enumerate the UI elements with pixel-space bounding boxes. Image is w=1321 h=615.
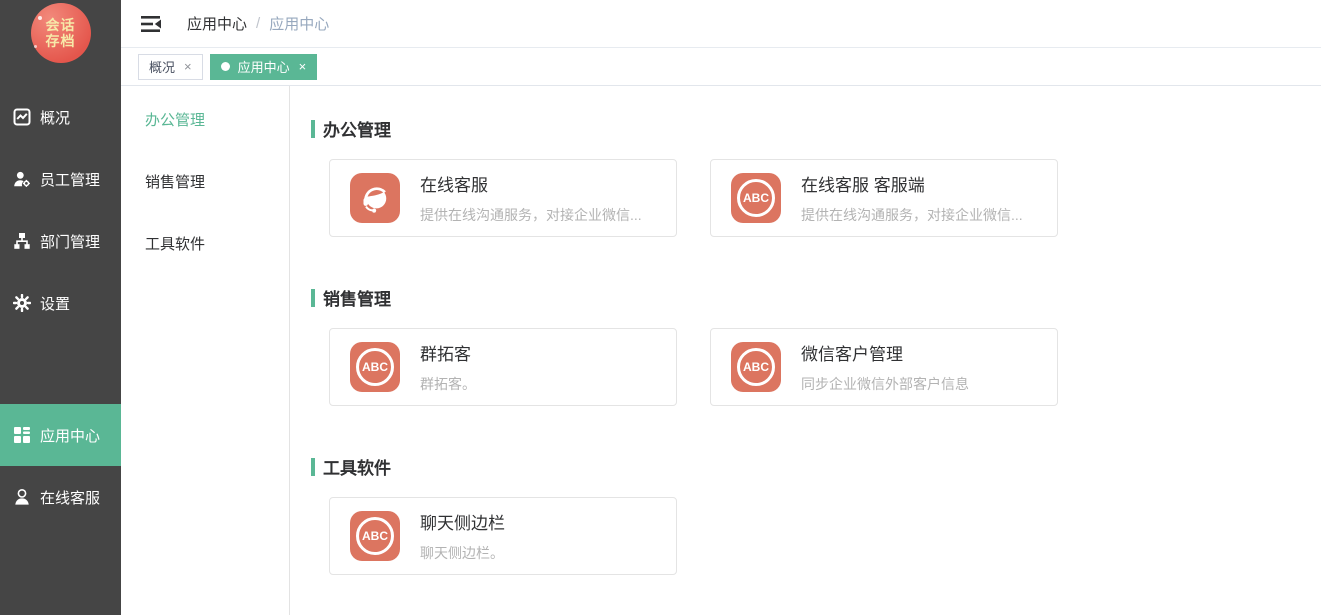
app-sections-panel: 办公管理 在线客服 提供在线沟通服务，对接企业微信... ABC 在线客服 客服…	[290, 86, 1321, 615]
collapse-sidebar-icon[interactable]	[141, 15, 161, 33]
tab-label: 概况	[149, 57, 175, 76]
tab-overview[interactable]: 概况 ×	[138, 54, 203, 80]
top-header: 应用中心 / 应用中心	[121, 0, 1321, 48]
subnav-item-office[interactable]: 办公管理	[121, 90, 289, 152]
logo-text-line1: 会话	[46, 17, 76, 33]
breadcrumb: 应用中心 / 应用中心	[187, 13, 329, 34]
section-accent-bar	[311, 289, 315, 307]
subnav-item-sales[interactable]: 销售管理	[121, 152, 289, 214]
sidebar-item-label: 在线客服	[40, 487, 100, 508]
section-title: 办公管理	[323, 116, 391, 141]
app-root: 会话 存档 概况 员工管理 部门管理 设置 应用中心 在线客服	[0, 0, 1321, 615]
abc-icon: ABC	[731, 342, 781, 392]
section-title: 销售管理	[323, 285, 391, 310]
section-cards: 在线客服 提供在线沟通服务，对接企业微信... ABC 在线客服 客服端 提供在…	[329, 159, 1301, 237]
abc-icon: ABC	[731, 173, 781, 223]
sidebar-item-departments[interactable]: 部门管理	[0, 210, 121, 272]
app-card[interactable]: ABC 在线客服 客服端 提供在线沟通服务，对接企业微信...	[710, 159, 1058, 237]
sidebar-item-label: 设置	[40, 293, 70, 314]
org-icon	[13, 232, 31, 250]
app-section: 销售管理 ABC 群拓客 群拓客。 ABC 微信客户管理 同步企业微信外部客户信…	[311, 285, 1301, 406]
app-card-title: 微信客户管理	[801, 340, 969, 365]
app-card-description: 聊天侧边栏。	[420, 543, 505, 563]
breadcrumb-separator: /	[256, 15, 260, 32]
section-accent-bar	[311, 120, 315, 138]
sidebar-nav: 概况 员工管理 部门管理 设置 应用中心 在线客服	[0, 86, 121, 528]
subnav-item-tools[interactable]: 工具软件	[121, 214, 289, 276]
app-logo: 会话 存档	[31, 3, 91, 63]
headset-icon	[350, 173, 400, 223]
sidebar-item-overview[interactable]: 概况	[0, 86, 121, 148]
logo-sparkle-icon	[34, 45, 37, 48]
sidebar-item-label: 部门管理	[40, 231, 100, 252]
section-header: 销售管理	[311, 285, 1301, 310]
section-cards: ABC 群拓客 群拓客。 ABC 微信客户管理 同步企业微信外部客户信息	[329, 328, 1301, 406]
app-card-description: 提供在线沟通服务，对接企业微信...	[801, 205, 1023, 225]
abc-icon: ABC	[350, 511, 400, 561]
breadcrumb-item-current: 应用中心	[269, 13, 329, 34]
sidebar-item-employees[interactable]: 员工管理	[0, 148, 121, 210]
main-area: 应用中心 / 应用中心 概况 × 应用中心 × 办公管理销售管理工具软件 办公管…	[121, 0, 1321, 615]
sidebar: 会话 存档 概况 员工管理 部门管理 设置 应用中心 在线客服	[0, 0, 121, 615]
apps-icon	[13, 426, 31, 444]
tab-label: 应用中心	[238, 57, 290, 76]
app-card-description: 同步企业微信外部客户信息	[801, 374, 969, 394]
section-title: 工具软件	[323, 454, 391, 479]
app-section: 办公管理 在线客服 提供在线沟通服务，对接企业微信... ABC 在线客服 客服…	[311, 116, 1301, 237]
abc-ring-icon: ABC	[737, 179, 775, 217]
sidebar-item-label: 概况	[40, 107, 70, 128]
app-card[interactable]: 在线客服 提供在线沟通服务，对接企业微信...	[329, 159, 677, 237]
sidebar-item-app-center[interactable]: 应用中心	[0, 404, 121, 466]
close-tab-icon[interactable]: ×	[184, 60, 192, 73]
logo-text-line2: 存档	[46, 33, 76, 49]
section-header: 工具软件	[311, 454, 1301, 479]
app-card-title: 在线客服 客服端	[801, 171, 1023, 196]
category-subnav: 办公管理销售管理工具软件	[121, 86, 290, 615]
logo-sparkle-icon	[38, 16, 42, 20]
sidebar-item-online-service[interactable]: 在线客服	[0, 466, 121, 528]
app-card[interactable]: ABC 聊天侧边栏 聊天侧边栏。	[329, 497, 677, 575]
section-cards: ABC 聊天侧边栏 聊天侧边栏。	[329, 497, 1301, 575]
abc-ring-icon: ABC	[737, 348, 775, 386]
abc-icon: ABC	[350, 342, 400, 392]
tab-app-center[interactable]: 应用中心 ×	[210, 54, 318, 80]
section-header: 办公管理	[311, 116, 1301, 141]
section-accent-bar	[311, 458, 315, 476]
app-card-title: 群拓客	[420, 340, 476, 365]
active-tab-dot-icon	[221, 62, 230, 71]
gear-icon	[13, 294, 31, 312]
abc-ring-icon: ABC	[356, 517, 394, 555]
app-card-description: 群拓客。	[420, 374, 476, 394]
abc-ring-icon: ABC	[356, 348, 394, 386]
app-card[interactable]: ABC 微信客户管理 同步企业微信外部客户信息	[710, 328, 1058, 406]
app-card-title: 在线客服	[420, 171, 642, 196]
app-card-title: 聊天侧边栏	[420, 509, 505, 534]
sidebar-item-label: 员工管理	[40, 169, 100, 190]
sidebar-item-label: 应用中心	[40, 425, 100, 446]
person-icon	[13, 488, 31, 506]
user-gear-icon	[13, 170, 31, 188]
breadcrumb-item-root[interactable]: 应用中心	[187, 13, 247, 34]
close-tab-icon[interactable]: ×	[299, 60, 307, 73]
app-section: 工具软件 ABC 聊天侧边栏 聊天侧边栏。	[311, 454, 1301, 575]
sidebar-item-settings[interactable]: 设置	[0, 272, 121, 334]
chart-icon	[13, 108, 31, 126]
app-card-description: 提供在线沟通服务，对接企业微信...	[420, 205, 642, 225]
content-area: 办公管理销售管理工具软件 办公管理 在线客服 提供在线沟通服务，对接企业微信..…	[121, 86, 1321, 615]
app-card[interactable]: ABC 群拓客 群拓客。	[329, 328, 677, 406]
tab-bar: 概况 × 应用中心 ×	[121, 48, 1321, 86]
